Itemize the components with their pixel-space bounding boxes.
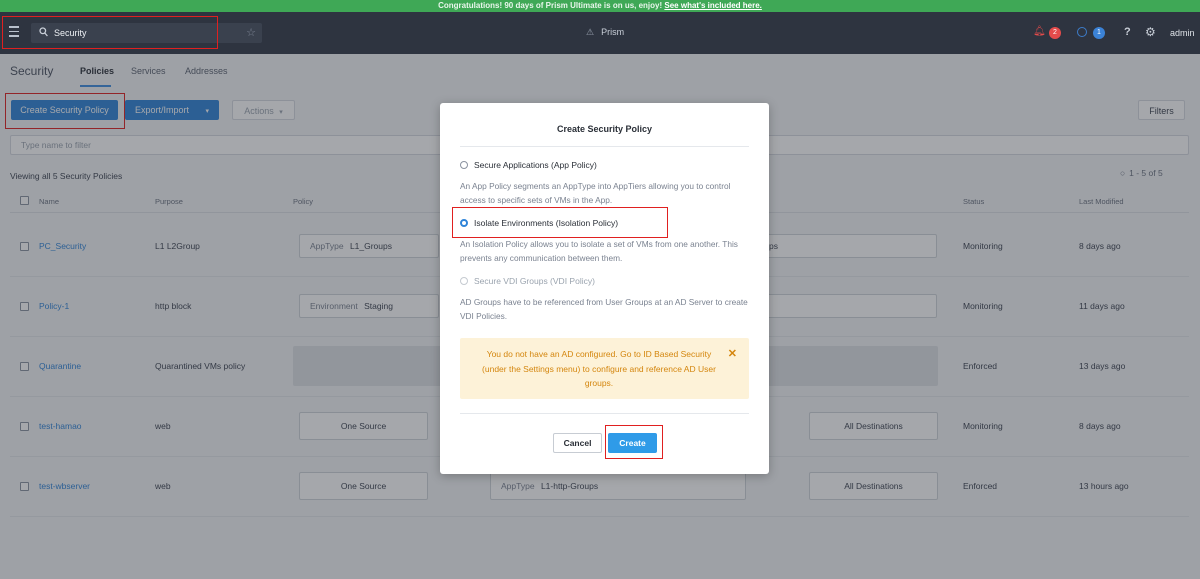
user-menu[interactable]: admin [1170,28,1195,38]
isolation-option-highlight-box [452,207,668,238]
app-policy-description: An App Policy segments an AppType into A… [460,181,731,205]
app-title-label: Prism [601,27,625,37]
create-button-highlight-box [605,425,663,459]
gear-icon[interactable]: ⚙ [1145,25,1156,39]
cancel-button[interactable]: Cancel [553,433,602,453]
promo-banner: Congratulations! 90 days of Prism Ultima… [0,0,1200,12]
vdi-policy-description: AD Groups have to be referenced from Use… [460,297,748,321]
search-highlight-box [2,16,218,49]
vdi-policy-label: Secure VDI Groups (VDI Policy) [474,276,595,286]
tasks-count-badge[interactable]: 1 [1093,27,1105,39]
task-icon[interactable] [1077,27,1087,37]
dialog-title: Create Security Policy [556,124,653,134]
vdi-policy-radio [460,277,468,285]
prism-icon: ⚠ [586,27,595,37]
dialog-title-divider [460,146,749,147]
ad-warning-text: You do not have an AD configured. Go to … [482,349,716,388]
isolation-policy-description: An Isolation Policy allows you to isolat… [460,239,738,263]
ad-warning-banner: You do not have an AD configured. Go to … [460,338,749,399]
app-policy-radio[interactable] [460,161,468,169]
app-title: ⚠ Prism [586,27,624,38]
create-security-policy-dialog: Create Security Policy Secure Applicatio… [440,103,769,474]
app-policy-label[interactable]: Secure Applications (App Policy) [474,160,597,170]
banner-link[interactable]: See what's included here. [664,1,762,10]
dialog-footer-divider [460,413,749,414]
bell-icon[interactable]: 🔔︎ [1033,26,1046,37]
close-icon[interactable]: ✕ [728,347,737,360]
help-icon[interactable]: ? [1124,26,1131,38]
banner-text: Congratulations! 90 days of Prism Ultima… [438,1,663,10]
alerts-count-badge[interactable]: 2 [1049,27,1061,39]
star-icon[interactable]: ☆ [246,26,256,39]
